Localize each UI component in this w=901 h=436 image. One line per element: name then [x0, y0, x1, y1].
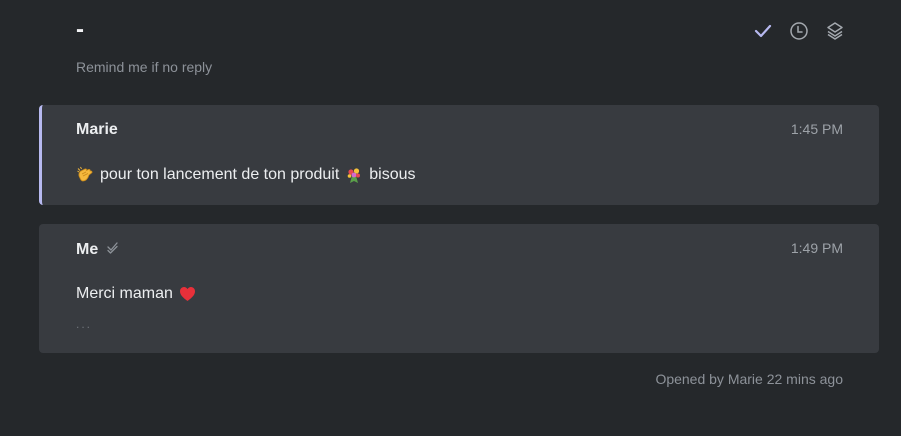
remind-me-link[interactable]: Remind me if no reply	[76, 59, 212, 75]
layers-icon	[826, 21, 844, 41]
message-body: pour ton lancement de ton produit bisous	[76, 166, 416, 184]
double-check-icon	[106, 240, 120, 259]
message-text-end: bisous	[369, 166, 416, 183]
snooze-button[interactable]	[789, 20, 809, 42]
clock-icon	[789, 21, 809, 41]
thread-toolbar	[753, 20, 845, 42]
mark-done-button[interactable]	[753, 20, 773, 42]
message-sender: Me	[76, 240, 120, 259]
message-time: 1:49 PM	[790, 240, 843, 256]
message-card[interactable]: Marie 1:45 PM pour ton lancement de ton …	[39, 105, 879, 205]
message-card[interactable]: Me 1:49 PM Merci maman ...	[39, 224, 879, 353]
message-text: pour ton lancement de ton produit	[100, 166, 340, 183]
thread-title: -	[76, 16, 84, 43]
email-thread-view: - Remind me if no reply Marie 1:45 PM po…	[0, 0, 901, 436]
read-receipt-status: Opened by Marie 22 mins ago	[655, 371, 843, 387]
message-sender: Marie	[76, 121, 118, 139]
sender-name: Me	[76, 240, 99, 258]
message-body: Merci maman	[76, 285, 196, 303]
bouquet-emoji	[345, 166, 363, 184]
check-icon	[754, 24, 772, 38]
clapping-hands-emoji	[76, 166, 94, 184]
red-heart-emoji	[179, 286, 196, 302]
message-time: 1:45 PM	[790, 121, 843, 137]
sender-name: Marie	[76, 121, 118, 138]
message-text: Merci maman	[76, 285, 173, 302]
split-button[interactable]	[825, 20, 845, 42]
show-quoted-text-button[interactable]: ...	[76, 317, 92, 331]
